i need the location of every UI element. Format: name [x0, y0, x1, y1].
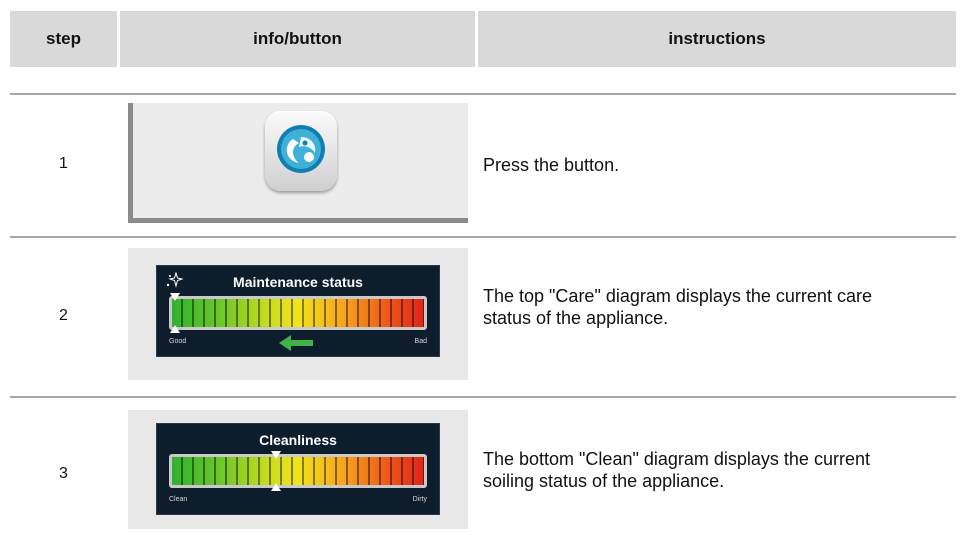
instruction-text: The bottom "Clean" diagram displays the … — [483, 449, 870, 491]
clean-care-button[interactable] — [265, 111, 337, 191]
care-gauge — [169, 296, 427, 330]
care-gauge-good-label: Good — [169, 338, 187, 345]
header-instructions: instructions — [478, 11, 956, 67]
button-image-panel — [128, 103, 468, 223]
care-gauge-bad-label: Bad — [414, 338, 427, 345]
instruction-text: The top "Care" diagram displays the curr… — [483, 286, 872, 328]
row-divider — [10, 93, 956, 95]
clean-gauge — [169, 454, 427, 488]
care-gauge-gradient — [172, 299, 424, 327]
header-instructions-label: instructions — [668, 29, 766, 48]
header-step-label: step — [46, 29, 81, 48]
row-divider — [10, 236, 956, 238]
care-diagram-cell: Maintenance status Good Bad — [128, 248, 468, 380]
row-divider — [10, 396, 956, 398]
header-step: step — [10, 11, 117, 67]
step-number: 3 — [59, 465, 68, 482]
care-gauge-marker-icon — [170, 293, 180, 333]
clean-diagram-title: Cleanliness — [259, 432, 337, 448]
cleanliness-display: Cleanliness Clean Dirty — [156, 423, 440, 515]
step-number: 2 — [59, 307, 68, 324]
header-info: info/button — [120, 11, 475, 67]
step-number: 1 — [59, 155, 68, 172]
care-diagram-title: Maintenance status — [233, 274, 363, 290]
clean-gauge-clean-label: Clean — [169, 496, 188, 503]
clean-gauge-dirty-label: Dirty — [412, 496, 427, 503]
maintenance-status-display: Maintenance status Good Bad — [156, 265, 440, 357]
clean-care-button-icon — [277, 125, 325, 173]
header-info-label: info/button — [253, 29, 342, 48]
clean-diagram-cell: Cleanliness Clean Dirty — [128, 410, 468, 529]
instruction-text: Press the button. — [483, 155, 620, 175]
arrow-left-icon — [279, 335, 313, 351]
clean-gauge-gradient — [172, 457, 424, 485]
clean-gauge-marker-icon — [271, 451, 281, 491]
